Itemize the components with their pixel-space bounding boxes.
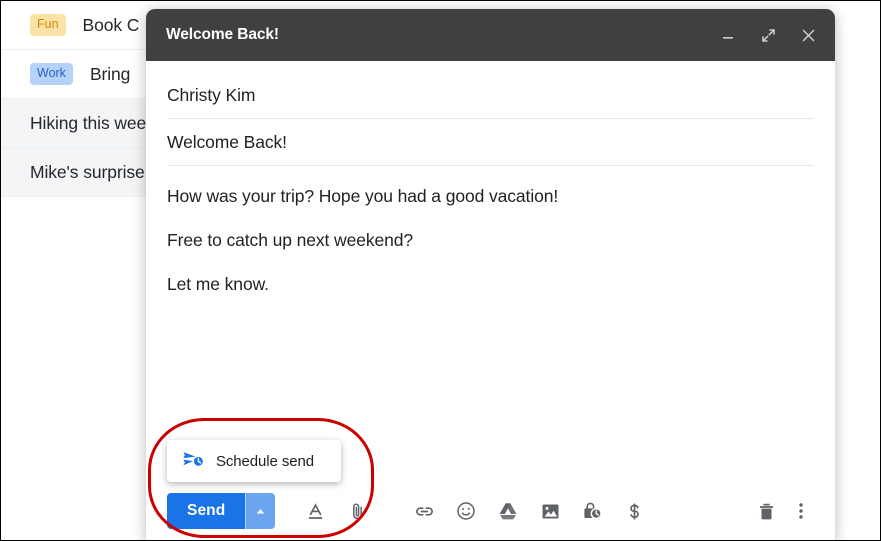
label-badge-work[interactable]: Work bbox=[30, 63, 73, 85]
schedule-send-label: Schedule send bbox=[216, 452, 314, 470]
insert-photo-icon[interactable] bbox=[529, 491, 571, 531]
minimize-icon[interactable] bbox=[713, 20, 743, 50]
subject-field[interactable]: Welcome Back! bbox=[167, 119, 814, 166]
chevron-up-icon bbox=[257, 508, 265, 513]
compose-toolbar: Send bbox=[146, 480, 835, 540]
window-controls bbox=[713, 9, 823, 61]
insert-emoji-icon[interactable] bbox=[445, 491, 487, 531]
screenshot-root: Fun Book C Work Bring Hiking this wee Mi… bbox=[0, 0, 881, 541]
body-paragraph: Let me know. bbox=[167, 273, 269, 294]
close-icon[interactable] bbox=[793, 20, 823, 50]
mail-subject: Hiking this wee bbox=[30, 112, 147, 133]
insert-link-icon[interactable] bbox=[403, 491, 445, 531]
google-drive-icon[interactable] bbox=[487, 491, 529, 531]
schedule-send-menu-item[interactable]: Schedule send bbox=[167, 440, 341, 482]
label-badge-fun[interactable]: Fun bbox=[30, 14, 66, 36]
recipient-field[interactable]: Christy Kim bbox=[167, 72, 814, 119]
insert-money-icon[interactable] bbox=[613, 491, 655, 531]
more-options-icon[interactable] bbox=[787, 491, 815, 531]
body-paragraph: How was your trip? Hope you had a good v… bbox=[167, 186, 559, 206]
recipient-value: Christy Kim bbox=[167, 84, 256, 105]
compose-window-title: Welcome Back! bbox=[166, 26, 279, 43]
schedule-send-icon bbox=[182, 449, 205, 474]
mail-subject: Bring bbox=[89, 63, 131, 84]
attach-file-icon[interactable] bbox=[336, 491, 378, 531]
send-button[interactable]: Send bbox=[167, 493, 246, 529]
send-button-group: Send bbox=[167, 493, 276, 529]
format-options-icon[interactable] bbox=[294, 491, 336, 531]
subject-value: Welcome Back! bbox=[167, 131, 287, 152]
message-body[interactable]: How was your trip? Hope you had a good v… bbox=[167, 186, 814, 296]
mail-subject: Mike's surprise bbox=[30, 161, 145, 182]
compose-window-header[interactable]: Welcome Back! bbox=[146, 9, 835, 61]
expand-icon[interactable] bbox=[753, 20, 783, 50]
send-options-dropdown[interactable] bbox=[245, 493, 276, 529]
mail-subject: Book C bbox=[82, 14, 140, 35]
trash-icon[interactable] bbox=[745, 491, 787, 531]
body-paragraph: Free to catch up next weekend? bbox=[167, 229, 414, 250]
confidential-mode-icon[interactable] bbox=[571, 491, 613, 531]
